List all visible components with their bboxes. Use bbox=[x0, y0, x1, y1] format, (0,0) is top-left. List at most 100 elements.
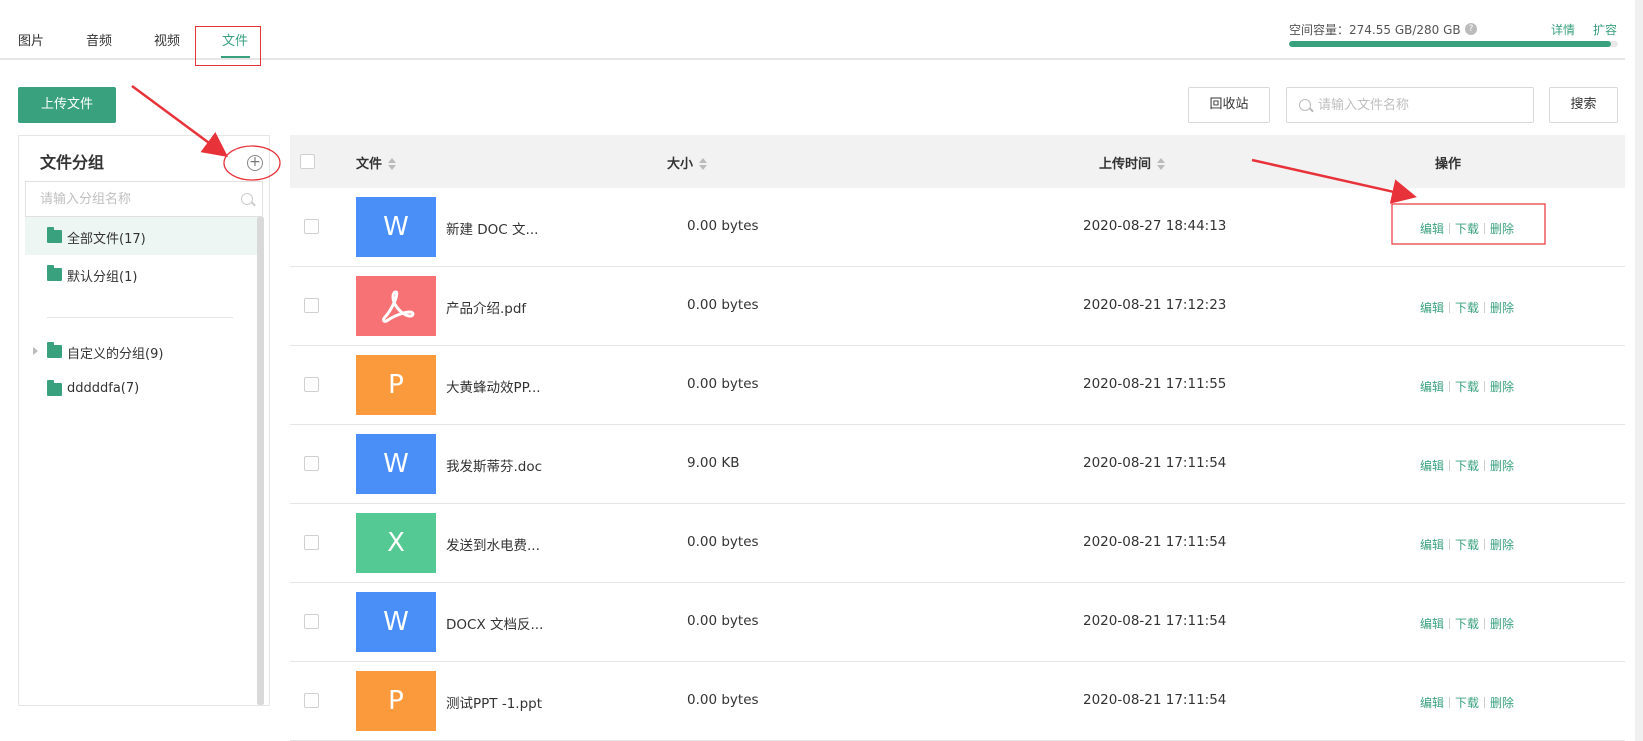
table-row: 产品介绍.pdf 0.00 bytes 2020-08-21 17:12:23 编辑下… bbox=[290, 267, 1625, 346]
group-search-box bbox=[25, 181, 263, 217]
edit-link[interactable]: 编辑 bbox=[1420, 459, 1444, 473]
edit-link[interactable]: 编辑 bbox=[1420, 301, 1444, 315]
file-thumbnail[interactable]: W bbox=[356, 592, 436, 652]
caret-right-icon[interactable] bbox=[33, 347, 38, 355]
pdf-icon[interactable] bbox=[356, 276, 436, 336]
sidebar-scrollbar[interactable] bbox=[257, 217, 264, 705]
action-separator bbox=[1449, 302, 1451, 313]
tab-images[interactable]: 图片 bbox=[18, 30, 44, 49]
sidebar-item-label: 全部文件(17) bbox=[67, 232, 146, 247]
sort-icon[interactable] bbox=[1157, 157, 1166, 171]
sidebar-item-all-files[interactable]: 全部文件(17) bbox=[25, 217, 257, 255]
column-header-size[interactable]: 大小 bbox=[667, 153, 708, 172]
file-size: 0.00 bytes bbox=[687, 613, 759, 629]
action-separator bbox=[1449, 460, 1451, 471]
file-thumbnail[interactable]: P bbox=[356, 355, 436, 415]
upload-time: 2020-08-21 17:11:55 bbox=[1083, 376, 1227, 392]
column-header-upload-time[interactable]: 上传时间 bbox=[1099, 153, 1166, 172]
row-checkbox[interactable] bbox=[304, 377, 319, 392]
upload-time: 2020-08-21 17:11:54 bbox=[1083, 613, 1227, 629]
file-type-letter: X bbox=[387, 528, 405, 558]
table-row: X 发送到水电费... 0.00 bytes 2020-08-21 17:11:54 编… bbox=[290, 504, 1625, 583]
download-link[interactable]: 下载 bbox=[1455, 222, 1479, 236]
delete-link[interactable]: 删除 bbox=[1490, 301, 1514, 315]
sidebar-divider bbox=[47, 317, 233, 318]
file-name[interactable]: 新建 DOC 文... bbox=[446, 218, 538, 238]
file-type-letter: P bbox=[388, 370, 404, 400]
row-checkbox[interactable] bbox=[304, 456, 319, 471]
file-thumbnail[interactable]: W bbox=[356, 197, 436, 257]
sidebar-item-label: dddddfa(7) bbox=[67, 381, 140, 396]
table-row: W 我发斯蒂芬.doc 9.00 KB 2020-08-21 17:11:54 编辑 下载… bbox=[290, 425, 1625, 504]
action-separator bbox=[1484, 381, 1486, 392]
row-checkbox[interactable] bbox=[304, 219, 319, 234]
capacity-expand-link[interactable]: 扩容 bbox=[1593, 21, 1617, 38]
file-name[interactable]: 我发斯蒂芬.doc bbox=[446, 455, 542, 475]
column-header-file[interactable]: 文件 bbox=[356, 153, 397, 172]
download-link[interactable]: 下载 bbox=[1455, 538, 1479, 552]
sort-icon[interactable] bbox=[699, 157, 708, 171]
sidebar-item-custom-group[interactable]: 自定义的分组(9) bbox=[25, 332, 257, 370]
file-search-input[interactable] bbox=[1318, 88, 1528, 122]
edit-link[interactable]: 编辑 bbox=[1420, 617, 1444, 631]
folder-icon bbox=[47, 265, 62, 281]
row-checkbox[interactable] bbox=[304, 614, 319, 629]
download-link[interactable]: 下载 bbox=[1455, 380, 1479, 394]
sidebar-title: 文件分组 bbox=[40, 153, 105, 172]
sort-icon[interactable] bbox=[388, 157, 397, 171]
delete-link[interactable]: 删除 bbox=[1490, 380, 1514, 394]
row-actions: 编辑 下载 删除 bbox=[1420, 457, 1514, 474]
delete-link[interactable]: 删除 bbox=[1490, 538, 1514, 552]
table-row: P 测试PPT -1.ppt 0.00 bytes 2020-08-21 17:11:… bbox=[290, 662, 1625, 741]
upload-time: 2020-08-21 17:12:23 bbox=[1083, 297, 1227, 313]
file-group-sidebar: 文件分组 + 全部文件(17) 默认分组(1) 自定义的分组(9) dddddf… bbox=[18, 135, 270, 706]
group-search-input[interactable] bbox=[40, 182, 230, 216]
sidebar-item-dddddfa[interactable]: dddddfa(7) bbox=[25, 370, 257, 408]
file-name[interactable]: 大黄蜂动效PP... bbox=[446, 376, 541, 396]
file-thumbnail[interactable]: P bbox=[356, 671, 436, 731]
tab-video[interactable]: 视频 bbox=[154, 30, 180, 49]
annotation-box-tab bbox=[195, 26, 261, 66]
capacity-details-link[interactable]: 详情 bbox=[1551, 21, 1575, 38]
page-scrollbar[interactable] bbox=[1635, 0, 1643, 741]
edit-link[interactable]: 编辑 bbox=[1420, 222, 1444, 236]
upload-file-button[interactable]: 上传文件 bbox=[18, 87, 116, 123]
file-thumbnail[interactable]: X bbox=[356, 513, 436, 573]
folder-icon bbox=[47, 227, 62, 243]
delete-link[interactable]: 删除 bbox=[1490, 617, 1514, 631]
file-name[interactable]: 发送到水电费... bbox=[446, 534, 540, 554]
download-link[interactable]: 下载 bbox=[1455, 301, 1479, 315]
download-link[interactable]: 下载 bbox=[1455, 617, 1479, 631]
delete-link[interactable]: 删除 bbox=[1490, 222, 1514, 236]
delete-link[interactable]: 删除 bbox=[1490, 459, 1514, 473]
action-separator bbox=[1449, 697, 1451, 708]
file-name[interactable]: 测试PPT -1.ppt bbox=[446, 692, 542, 712]
row-checkbox[interactable] bbox=[304, 298, 319, 313]
file-size: 0.00 bytes bbox=[687, 218, 759, 234]
tab-audio[interactable]: 音频 bbox=[86, 30, 112, 49]
edit-link[interactable]: 编辑 bbox=[1420, 380, 1444, 394]
file-thumbnail[interactable]: W bbox=[356, 434, 436, 494]
action-separator bbox=[1484, 223, 1486, 234]
edit-link[interactable]: 编辑 bbox=[1420, 696, 1444, 710]
download-link[interactable]: 下载 bbox=[1455, 696, 1479, 710]
pdf-icon bbox=[382, 290, 415, 323]
action-separator bbox=[1484, 460, 1486, 471]
file-name[interactable]: 产品介绍.pdf bbox=[446, 297, 526, 317]
select-all-checkbox[interactable] bbox=[300, 154, 315, 169]
row-checkbox[interactable] bbox=[304, 693, 319, 708]
file-search-box bbox=[1286, 87, 1534, 123]
file-type-letter: W bbox=[383, 212, 409, 242]
question-circle-icon[interactable]: ? bbox=[1465, 23, 1477, 35]
plus-circle-icon[interactable]: + bbox=[247, 155, 263, 171]
file-name[interactable]: DOCX 文档反... bbox=[446, 613, 543, 633]
edit-link[interactable]: 编辑 bbox=[1420, 538, 1444, 552]
delete-link[interactable]: 删除 bbox=[1490, 696, 1514, 710]
download-link[interactable]: 下载 bbox=[1455, 459, 1479, 473]
recycle-bin-button[interactable]: 回收站 bbox=[1188, 87, 1270, 123]
sidebar-item-default-group[interactable]: 默认分组(1) bbox=[25, 255, 257, 293]
action-separator bbox=[1449, 539, 1451, 550]
row-checkbox[interactable] bbox=[304, 535, 319, 550]
folder-icon bbox=[47, 342, 62, 358]
search-button[interactable]: 搜索 bbox=[1549, 87, 1618, 123]
